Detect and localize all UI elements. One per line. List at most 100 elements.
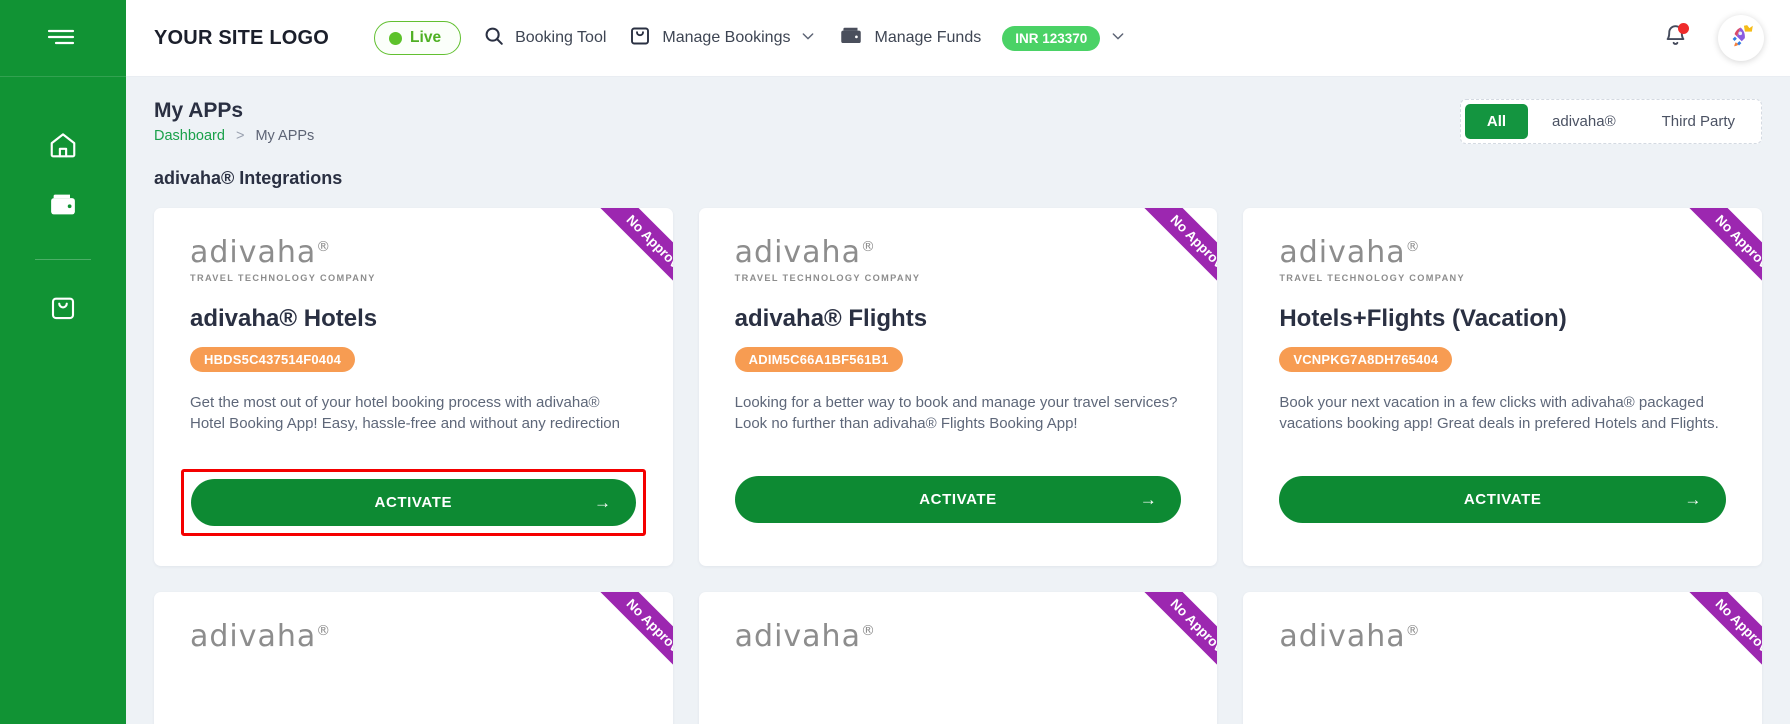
live-status-pill[interactable]: Live [374,21,462,55]
card-brand-logo: adivaha® TRAVEL TECHNOLOGY COMPANY [1279,238,1726,284]
activate-button-label: ACTIVATE [919,491,997,508]
brand-word: adivaha [734,235,861,270]
card-title: Hotels+Flights (Vacation) [1279,305,1567,332]
card-brand-logo: adivaha® [735,622,1182,652]
live-label: Live [410,29,442,46]
breadcrumb-separator: > [235,128,245,144]
card-title: adivaha® Flights [734,305,928,332]
avatar[interactable] [1718,15,1764,61]
sidebar-nav [0,77,126,340]
wallet-icon [48,190,78,225]
tab-adivaha[interactable]: adivaha® [1530,104,1638,139]
activate-highlight-box: ACTIVATE → [181,469,646,536]
card-brand-logo: adivaha® [190,622,637,652]
arrow-right-icon: → [594,492,612,512]
sidebar [0,0,126,724]
activate-button[interactable]: ACTIVATE → [191,479,636,526]
filter-tabs: All adivaha® Third Party [1459,99,1762,144]
card-code-badge: ADIM5C66A1BF561B1 [734,347,903,372]
app-card-partial: No Approval adivaha® [698,592,1218,724]
sidebar-item-apps[interactable] [33,280,93,340]
brand-wordmark: adivaha® [735,622,1182,652]
brand-mark: ® [316,623,332,639]
brand-word: adivaha [1279,619,1406,654]
ribbon-no-approval: No Approval [1632,592,1762,722]
page-content: My APPs Dashboard > My APPs All adivaha®… [126,77,1790,724]
section-title: adivaha® Integrations [154,168,343,188]
main-area: YOUR SITE LOGO Live Booking Tool Manage … [126,0,1790,724]
sidebar-item-home[interactable] [33,117,93,177]
app-card-grid: No Approval adivaha® TRAVEL TECHNOLOGY C… [154,208,1762,566]
brand-word: adivaha [1279,235,1406,270]
nav-manage-funds[interactable]: Manage Funds INR 123370 [838,23,1126,54]
activate-button-label: ACTIVATE [1463,491,1542,508]
breadcrumb-dashboard[interactable]: Dashboard [154,128,225,144]
card-title: adivaha® Hotels [190,305,378,332]
sidebar-item-wallet[interactable] [33,177,93,237]
notifications-button[interactable] [1658,21,1692,55]
breadcrumb-current: My APPs [255,128,315,144]
top-header: YOUR SITE LOGO Live Booking Tool Manage … [126,0,1790,77]
home-icon [48,130,78,165]
tab-all[interactable]: All [1464,104,1529,139]
card-brand-logo: adivaha® TRAVEL TECHNOLOGY COMPANY [190,238,637,284]
nav-manage-bookings[interactable]: Manage Bookings [628,24,816,53]
ribbon-no-approval: No Approval [543,592,673,722]
wallet-icon [838,23,864,54]
brand-mark: ® [316,239,332,255]
card-code-badge: VCNPKG7A8DH765404 [1279,347,1453,372]
card-brand-logo: adivaha® TRAVEL TECHNOLOGY COMPANY [734,238,1182,284]
page-heading-block: My APPs Dashboard > My APPs [154,99,314,144]
ribbon-no-approval: No Approval [1087,592,1218,722]
brand-wordmark: adivaha® [1279,622,1726,652]
chevron-down-icon [1110,28,1126,49]
arrow-right-icon: → [1684,489,1702,509]
app-card-flights: No Approval adivaha® TRAVEL TECHNOLOGY C… [698,208,1218,566]
card-description: Looking for a better way to book and man… [734,394,1178,433]
activate-button[interactable]: ACTIVATE → [1279,476,1726,523]
brand-word: adivaha [190,619,317,654]
activate-button[interactable]: ACTIVATE → [734,476,1182,523]
nav-booking-tool-label: Booking Tool [515,29,607,46]
app-root: YOUR SITE LOGO Live Booking Tool Manage … [0,0,1790,724]
app-card-partial: No Approval adivaha® [154,592,673,724]
tab-third-party[interactable]: Third Party [1640,104,1757,139]
notification-dot-icon [1678,23,1689,34]
card-description: Book your next vacation in a few clicks … [1279,394,1719,433]
card-brand-logo: adivaha® [1279,622,1726,652]
breadcrumb: Dashboard > My APPs [154,128,314,144]
activate-holder: ACTIVATE → [1279,476,1726,523]
arrow-right-icon: → [1139,489,1158,509]
hamburger-menu-icon [45,24,81,53]
brand-wordmark: adivaha® [735,238,1182,268]
activate-button-label: ACTIVATE [374,494,453,511]
card-code-badge: HBDS5C437514F0404 [190,347,356,372]
page-title: My APPs [154,99,244,122]
sidebar-menu-toggle[interactable] [0,0,126,77]
app-card-hotels: No Approval adivaha® TRAVEL TECHNOLOGY C… [154,208,673,566]
brand-tagline: TRAVEL TECHNOLOGY COMPANY [734,273,921,283]
bag-icon [628,24,652,53]
nav-manage-funds-label: Manage Funds [874,29,982,46]
card-description: Get the most out of your hotel booking p… [190,394,620,433]
app-card-grid-next-row: No Approval adivaha® No Approval adivaha… [154,592,1762,724]
brand-mark: ® [1405,623,1421,639]
live-dot-icon [389,31,403,45]
brand-wordmark: adivaha® [1279,238,1726,268]
brand-mark: ® [1405,239,1421,255]
chevron-down-icon [800,28,816,49]
app-card-partial: No Approval adivaha® [1243,592,1762,724]
site-logo: YOUR SITE LOGO [154,26,330,49]
brand-mark: ® [860,623,876,639]
shopping-bag-icon [48,293,78,328]
page-header-row: My APPs Dashboard > My APPs All adivaha®… [154,99,1762,144]
brand-wordmark: adivaha® [190,622,637,652]
nav-booking-tool[interactable]: Booking Tool [483,25,606,52]
brand-wordmark: adivaha® [190,238,637,268]
activate-holder: ACTIVATE → [734,476,1182,523]
nav-manage-bookings-label: Manage Bookings [662,29,791,46]
brand-word: adivaha [190,235,317,270]
search-icon [483,25,505,52]
app-card-vacation: No Approval adivaha® TRAVEL TECHNOLOGY C… [1243,208,1762,566]
funds-balance-badge[interactable]: INR 123370 [1002,25,1101,51]
